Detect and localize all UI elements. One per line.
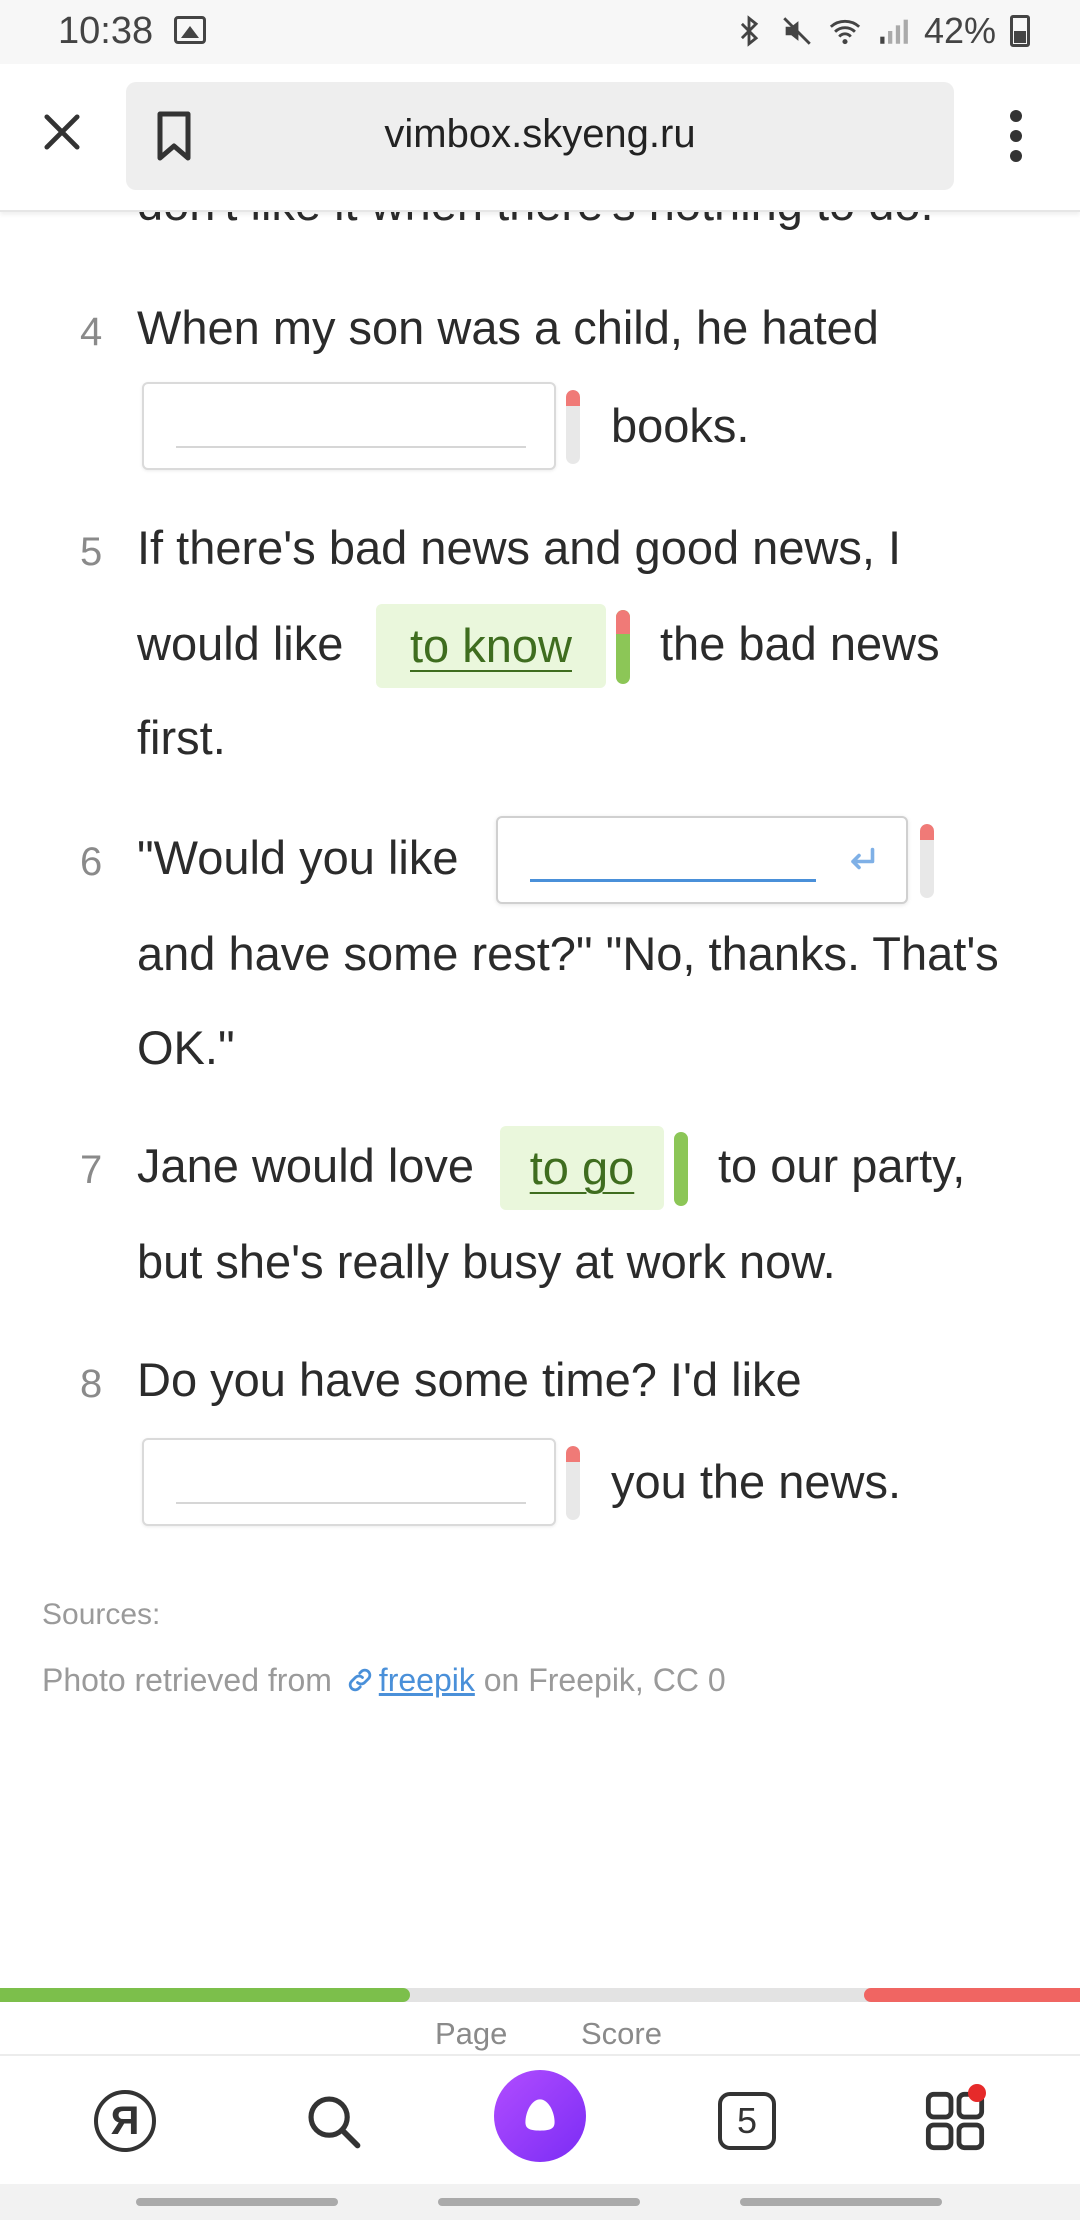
bluetooth-icon: [740, 15, 759, 47]
answer-gap[interactable]: [142, 382, 556, 470]
signal-icon: [880, 19, 908, 44]
item-text: to our party,: [718, 1139, 966, 1192]
item-number: 6: [80, 840, 103, 884]
item-text: Jane would love: [137, 1139, 475, 1192]
answer-filled[interactable]: to go: [500, 1126, 664, 1210]
yandex-icon: Я: [94, 2090, 156, 2152]
item-number: 7: [80, 1148, 103, 1192]
sources-prefix: Photo retrieved from: [42, 1662, 332, 1698]
browser-toolbar: vimbox.skyeng.ru: [0, 64, 1080, 212]
system-nav-bar: [0, 2184, 1080, 2220]
item-text: "Would you like: [137, 831, 459, 884]
battery-percent: 42%: [923, 10, 996, 51]
more-vert-icon[interactable]: [996, 108, 1036, 164]
battery-icon: [1010, 15, 1030, 47]
exercise-partial-line: don't like it when there's nothing to do…: [137, 212, 934, 231]
answer-text: to go: [529, 1141, 635, 1194]
gallery-icon: [174, 16, 206, 44]
status-bar: 10:38 42%: [0, 0, 1080, 64]
enter-icon[interactable]: [844, 842, 880, 878]
yandex-button[interactable]: Я: [80, 2076, 170, 2166]
tabs-icon: 5: [718, 2092, 776, 2150]
recent-apps-handle[interactable]: [136, 2198, 338, 2206]
item-text: If there's bad news and good news, I: [137, 521, 902, 574]
url-text: vimbox.skyeng.ru: [384, 112, 696, 156]
progress-wrong: [864, 1988, 1080, 2002]
search-icon: [308, 2096, 361, 2149]
item-text: the bad news: [660, 617, 940, 670]
sources-credit: Photo retrieved from freepik on Freepik,…: [42, 1662, 726, 1699]
bottom-nav: Я 5: [0, 2054, 1080, 2184]
search-button[interactable]: [288, 2076, 378, 2166]
alice-icon: [525, 2099, 555, 2131]
answer-input-active[interactable]: [496, 816, 908, 904]
item-text: OK.": [137, 1021, 235, 1074]
page-label[interactable]: Page: [435, 2016, 507, 2052]
item-number: 8: [80, 1362, 103, 1406]
status-icons: 42%: [732, 10, 1030, 52]
notification-dot: [968, 2084, 986, 2102]
attempt-indicator: [674, 1132, 688, 1206]
attempt-indicator: [616, 610, 630, 684]
apps-button[interactable]: [910, 2076, 1000, 2166]
item-text: would like: [137, 617, 344, 670]
item-text: you the news.: [611, 1455, 902, 1508]
item-text: When my son was a child, he hated: [137, 301, 879, 354]
close-icon[interactable]: [36, 106, 88, 158]
answer-text: to know: [410, 619, 572, 672]
progress-bar: [0, 1988, 1080, 2002]
item-text: books.: [611, 399, 750, 452]
sources-label: Sources:: [42, 1598, 161, 1631]
status-time: 10:38: [58, 10, 154, 52]
progress-correct: [0, 1988, 411, 2002]
progress-labels: Page Score: [0, 2014, 1080, 2054]
item-number: 5: [80, 530, 103, 574]
link-icon: [348, 1668, 371, 1692]
item-text: but she's really busy at work now.: [137, 1235, 836, 1288]
home-handle[interactable]: [438, 2198, 640, 2206]
wifi-icon: [829, 19, 861, 45]
tabs-button[interactable]: 5: [702, 2076, 792, 2166]
score-label[interactable]: Score: [581, 2016, 662, 2052]
back-handle[interactable]: [740, 2198, 942, 2206]
attempt-indicator: [566, 1446, 580, 1520]
answer-filled[interactable]: to know: [376, 604, 606, 688]
address-bar[interactable]: vimbox.skyeng.ru: [126, 82, 954, 190]
answer-gap[interactable]: [142, 1438, 556, 1526]
mute-icon: [783, 17, 811, 45]
item-text: and have some rest?" "No, thanks. That's: [137, 927, 999, 980]
sources-suffix: on Freepik, CC 0: [483, 1662, 726, 1698]
exercise-content: don't like it when there's nothing to do…: [0, 212, 1080, 1982]
alice-button[interactable]: [494, 2070, 586, 2162]
item-number: 4: [80, 310, 103, 354]
item-text: first.: [137, 711, 226, 764]
item-text: Do you have some time? I'd like: [137, 1353, 802, 1406]
freepik-link[interactable]: freepik: [379, 1662, 475, 1698]
attempt-indicator: [920, 824, 934, 898]
attempt-indicator: [566, 390, 580, 464]
